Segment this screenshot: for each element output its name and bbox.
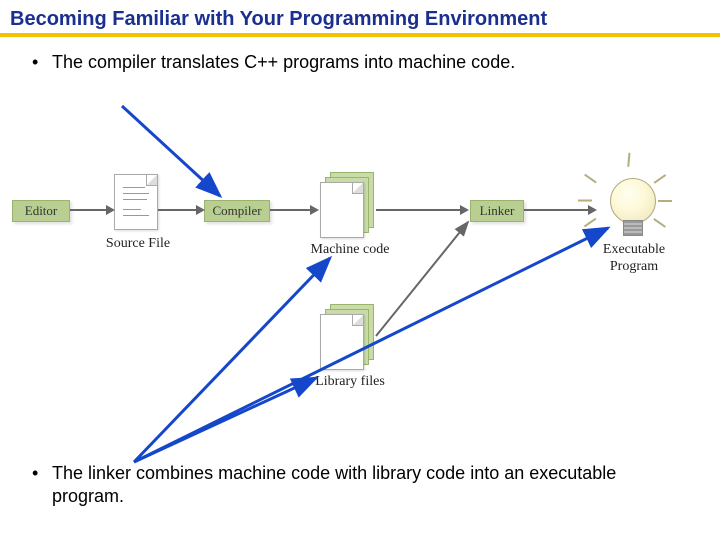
- arrowhead-6: [588, 205, 597, 215]
- arrow-linker-to-exe: [524, 209, 590, 211]
- slide-title: Becoming Familiar with Your Programming …: [0, 0, 720, 33]
- arrow-library-to-linker: [0, 150, 720, 450]
- compilation-diagram: Editor Source File Compiler Machine code…: [0, 150, 720, 450]
- bullet-bottom: The linker combines machine code with li…: [0, 448, 720, 511]
- bullet-top: The compiler translates C++ programs int…: [0, 37, 720, 78]
